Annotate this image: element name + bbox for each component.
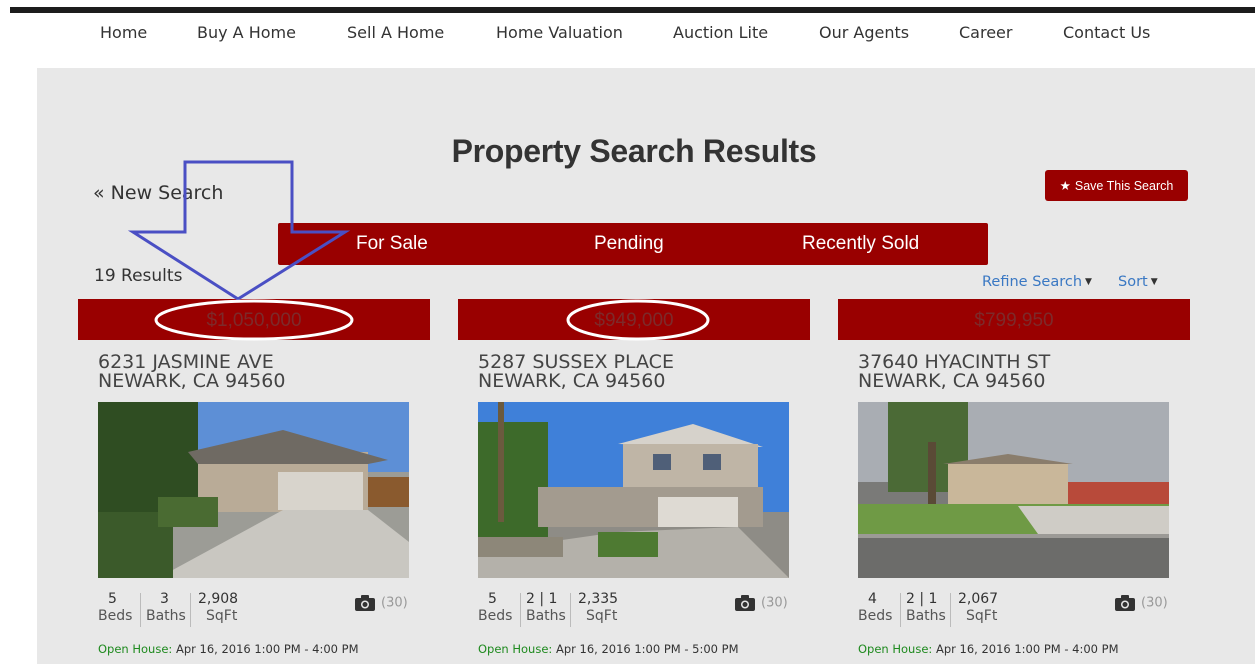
baths-stat: 3 Baths [146, 591, 186, 624]
refine-search-label: Refine Search [982, 274, 1083, 290]
open-house-label: Open House: [98, 642, 173, 656]
tab-pending[interactable]: Pending [594, 223, 664, 265]
listing-address[interactable]: 6231 JASMINE AVE NEWARK, CA 94560 [98, 353, 285, 391]
beds-value: 5 [488, 591, 497, 607]
divider [570, 593, 571, 627]
beds-value: 5 [108, 591, 117, 607]
divider [520, 593, 521, 627]
photo-count-label: (30) [761, 595, 788, 611]
star-icon: ★ [1059, 179, 1071, 193]
listing-address[interactable]: 37640 HYACINTH ST NEWARK, CA 94560 [858, 353, 1050, 391]
open-house: Open House: Apr 16, 2016 1:00 PM - 4:00 … [858, 642, 1119, 656]
listing-city: NEWARK, CA 94560 [858, 370, 1046, 392]
caret-down-icon: ▼ [1150, 277, 1158, 287]
beds-stat: 4 Beds [858, 591, 892, 624]
beds-value: 4 [868, 591, 877, 607]
photo-count[interactable]: (30) [355, 595, 408, 611]
baths-label: Baths [526, 608, 566, 624]
photo-count-label: (30) [381, 595, 408, 611]
baths-stat: 2 | 1 Baths [906, 591, 946, 624]
listing-photo[interactable] [98, 402, 409, 578]
results-count: 19 Results [94, 266, 183, 286]
baths-value: 2 | 1 [906, 591, 938, 607]
divider [900, 593, 901, 627]
beds-label: Beds [478, 608, 513, 624]
tab-for-sale[interactable]: For Sale [356, 223, 428, 265]
open-house-label: Open House: [478, 642, 553, 656]
photo-count[interactable]: (30) [1115, 595, 1168, 611]
nav-our-agents[interactable]: Our Agents [819, 23, 909, 42]
nav-contact-us[interactable]: Contact Us [1063, 23, 1150, 42]
sort-dropdown[interactable]: Sort ▼ [1118, 274, 1158, 290]
open-house-time: Apr 16, 2016 1:00 PM - 4:00 PM [175, 642, 359, 656]
baths-label: Baths [146, 608, 186, 624]
listing-card[interactable]: $949,000 5287 SUSSEX PLACE NEWARK, CA 94… [458, 299, 810, 664]
listing-card[interactable]: $799,950 37640 HYACINTH ST NEWARK, CA 94… [838, 299, 1190, 664]
camera-icon [355, 595, 375, 611]
page-title: Property Search Results [451, 133, 817, 169]
refine-search-dropdown[interactable]: Refine Search ▼ [982, 274, 1092, 290]
listing-price: $1,050,000 [78, 299, 430, 340]
sqft-stat: 2,335 SqFt [578, 591, 618, 624]
open-house: Open House: Apr 16, 2016 1:00 PM - 5:00 … [478, 642, 739, 656]
listing-city: NEWARK, CA 94560 [478, 370, 666, 392]
divider [140, 593, 141, 627]
sort-label: Sort [1118, 274, 1148, 290]
beds-stat: 5 Beds [98, 591, 132, 624]
divider [190, 593, 191, 627]
divider [950, 593, 951, 627]
sqft-label: SqFt [966, 608, 998, 624]
caret-down-icon: ▼ [1085, 277, 1092, 287]
open-house-time: Apr 16, 2016 1:00 PM - 4:00 PM [935, 642, 1119, 656]
nav-home[interactable]: Home [100, 23, 147, 42]
photo-count[interactable]: (30) [735, 595, 788, 611]
new-search-link[interactable]: « New Search [93, 182, 223, 204]
listing-photo[interactable] [858, 402, 1169, 578]
nav-home-valuation[interactable]: Home Valuation [496, 23, 623, 42]
beds-stat: 5 Beds [478, 591, 512, 624]
listing-card[interactable]: $1,050,000 6231 JASMINE AVE NEWARK, CA 9… [78, 299, 430, 664]
listing-city: NEWARK, CA 94560 [98, 370, 286, 392]
sqft-stat: 2,908 SqFt [198, 591, 238, 624]
open-house-time: Apr 16, 2016 1:00 PM - 5:00 PM [555, 642, 739, 656]
sqft-value: 2,067 [958, 591, 999, 607]
nav-auction-lite[interactable]: Auction Lite [673, 23, 768, 42]
sqft-value: 2,335 [578, 591, 619, 607]
sqft-label: SqFt [206, 608, 238, 624]
baths-value: 2 | 1 [526, 591, 558, 607]
sqft-value: 2,908 [198, 591, 239, 607]
camera-icon [1115, 595, 1135, 611]
listing-photo[interactable] [478, 402, 789, 578]
baths-stat: 2 | 1 Baths [526, 591, 566, 624]
open-house-label: Open House: [858, 642, 933, 656]
baths-label: Baths [906, 608, 946, 624]
main-nav: Home Buy A Home Sell A Home Home Valuati… [0, 13, 1255, 68]
photo-count-label: (30) [1141, 595, 1168, 611]
camera-icon [735, 595, 755, 611]
save-search-label: Save This Search [1074, 178, 1174, 193]
beds-label: Beds [98, 608, 133, 624]
listing-address[interactable]: 5287 SUSSEX PLACE NEWARK, CA 94560 [478, 353, 674, 391]
listing-price: $799,950 [838, 299, 1190, 340]
nav-buy-a-home[interactable]: Buy A Home [197, 23, 296, 42]
save-search-button[interactable]: ★ Save This Search [1045, 170, 1188, 201]
nav-sell-a-home[interactable]: Sell A Home [347, 23, 444, 42]
listing-price: $949,000 [458, 299, 810, 340]
status-filter-bar: For Sale Pending Recently Sold [278, 223, 988, 265]
baths-value: 3 [160, 591, 169, 607]
nav-career[interactable]: Career [959, 23, 1012, 42]
beds-label: Beds [858, 608, 893, 624]
sqft-stat: 2,067 SqFt [958, 591, 998, 624]
sqft-label: SqFt [586, 608, 618, 624]
open-house: Open House: Apr 16, 2016 1:00 PM - 4:00 … [98, 642, 359, 656]
tab-recently-sold[interactable]: Recently Sold [802, 223, 919, 265]
